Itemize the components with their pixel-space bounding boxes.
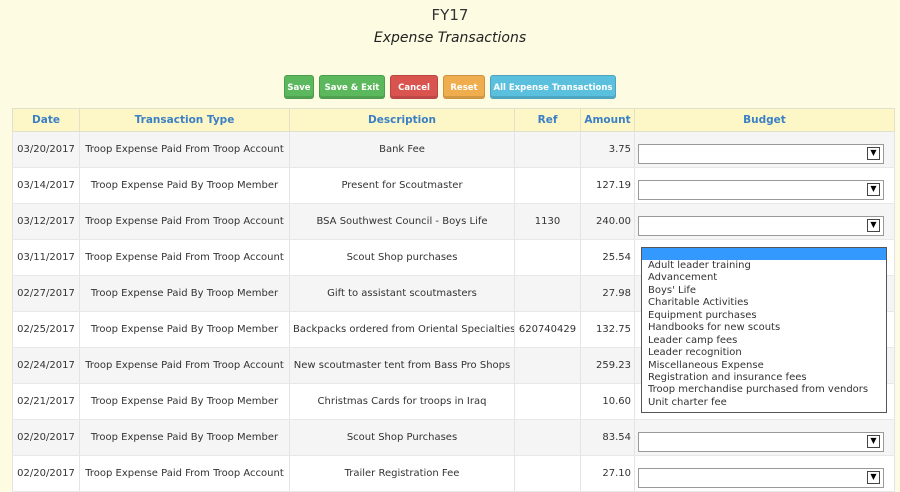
toolbar: Save Save & Exit Cancel Reset All Expens… [0, 75, 900, 99]
cell-date: 02/27/2017 [12, 275, 80, 312]
cell-transaction-type: Troop Expense Paid From Troop Account [79, 347, 290, 384]
cell-date: 02/20/2017 [12, 455, 80, 492]
cell-date: 03/20/2017 [12, 131, 80, 168]
cell-date: 03/14/2017 [12, 167, 80, 204]
cell-description: Scout Shop purchases [289, 239, 515, 276]
cell-budget: ▼ [634, 131, 895, 168]
budget-option[interactable]: Adult leader training [642, 260, 886, 272]
table-row[interactable]: 03/20/2017 Troop Expense Paid From Troop… [12, 131, 895, 168]
chevron-down-icon[interactable]: ▼ [867, 182, 880, 196]
column-header-ref[interactable]: Ref [514, 108, 581, 132]
cell-description: Trailer Registration Fee [289, 455, 515, 492]
cell-ref: 620740429 [514, 311, 581, 348]
table-row[interactable]: 03/12/2017 Troop Expense Paid From Troop… [12, 203, 895, 240]
budget-select[interactable]: ▼ [638, 143, 884, 164]
cell-date: 03/11/2017 [12, 239, 80, 276]
cell-transaction-type: Troop Expense Paid From Troop Account [79, 203, 290, 240]
cell-transaction-type: Troop Expense Paid From Troop Account [79, 455, 290, 492]
table-header-row: Date Transaction Type Description Ref Am… [12, 108, 895, 132]
cell-amount: 240.00 [580, 203, 635, 240]
budget-option[interactable]: Charitable Activities [642, 297, 886, 309]
save-exit-button[interactable]: Save & Exit [319, 75, 385, 99]
page-subtitle: Expense Transactions [373, 30, 527, 46]
cell-amount: 127.19 [580, 167, 635, 204]
chevron-down-icon[interactable]: ▼ [867, 218, 880, 232]
cell-transaction-type: Troop Expense Paid From Troop Account [79, 131, 290, 168]
column-header-transaction-type[interactable]: Transaction Type [79, 108, 290, 132]
budget-option[interactable]: Handbooks for new scouts [642, 322, 886, 334]
cell-ref [514, 131, 581, 168]
all-expense-transactions-button[interactable]: All Expense Transactions [490, 75, 616, 99]
budget-option[interactable]: Leader camp fees [642, 335, 886, 347]
cell-amount: 132.75 [580, 311, 635, 348]
column-header-description[interactable]: Description [289, 108, 515, 132]
budget-option[interactable]: Miscellaneous Expense [642, 360, 886, 372]
budget-option[interactable]: Advancement [642, 272, 886, 284]
cell-amount: 83.54 [580, 419, 635, 456]
cell-date: 02/20/2017 [12, 419, 80, 456]
cell-date: 02/21/2017 [12, 383, 80, 420]
cell-budget: ▼ [634, 203, 895, 240]
cell-amount: 27.98 [580, 275, 635, 312]
page-title: FY17 [431, 6, 469, 24]
cell-description: Scout Shop Purchases [289, 419, 515, 456]
cell-date: 02/25/2017 [12, 311, 80, 348]
cell-amount: 27.10 [580, 455, 635, 492]
budget-dropdown-list[interactable]: Adult leader training Advancement Boys' … [641, 247, 887, 413]
budget-option[interactable]: Equipment purchases [642, 310, 886, 322]
table-row[interactable]: 03/14/2017 Troop Expense Paid By Troop M… [12, 167, 895, 204]
cancel-button[interactable]: Cancel [390, 75, 438, 99]
cell-ref [514, 383, 581, 420]
cell-ref [514, 347, 581, 384]
cell-budget: ▼ [634, 455, 895, 492]
cell-ref [514, 455, 581, 492]
chevron-down-icon[interactable]: ▼ [867, 470, 880, 484]
budget-option[interactable]: Troop merchandise purchased from vendors [642, 384, 886, 396]
cell-description: Present for Scoutmaster [289, 167, 515, 204]
cell-transaction-type: Troop Expense Paid By Troop Member [79, 167, 290, 204]
cell-ref [514, 275, 581, 312]
reset-button[interactable]: Reset [443, 75, 485, 99]
cell-transaction-type: Troop Expense Paid By Troop Member [79, 419, 290, 456]
cell-description: BSA Southwest Council - Boys Life [289, 203, 515, 240]
table-row[interactable]: 02/20/2017 Troop Expense Paid From Troop… [12, 455, 895, 492]
budget-option[interactable]: Boys' Life [642, 285, 886, 297]
column-header-date[interactable]: Date [12, 108, 80, 132]
cell-ref [514, 419, 581, 456]
cell-description: Bank Fee [289, 131, 515, 168]
cell-description: Christmas Cards for troops in Iraq [289, 383, 515, 420]
budget-select[interactable]: ▼ [638, 179, 884, 200]
cell-amount: 3.75 [580, 131, 635, 168]
cell-transaction-type: Troop Expense Paid By Troop Member [79, 275, 290, 312]
cell-amount: 259.23 [580, 347, 635, 384]
column-header-budget[interactable]: Budget [634, 108, 895, 132]
cell-ref: 1130 [514, 203, 581, 240]
budget-select[interactable]: ▼ [638, 431, 884, 452]
cell-date: 02/24/2017 [12, 347, 80, 384]
cell-date: 03/12/2017 [12, 203, 80, 240]
save-button[interactable]: Save [284, 75, 314, 99]
cell-description: Backpacks ordered from Oriental Specialt… [289, 311, 515, 348]
cell-ref [514, 239, 581, 276]
cell-ref [514, 167, 581, 204]
budget-select[interactable]: ▼ [638, 215, 884, 236]
budget-option[interactable]: Unit charter fee [642, 397, 886, 409]
budget-select[interactable]: ▼ [638, 467, 884, 488]
cell-budget: ▼ [634, 167, 895, 204]
cell-description: New scoutmaster tent from Bass Pro Shops [289, 347, 515, 384]
chevron-down-icon[interactable]: ▼ [867, 146, 880, 160]
table-row[interactable]: 02/20/2017 Troop Expense Paid By Troop M… [12, 419, 895, 456]
chevron-down-icon[interactable]: ▼ [867, 434, 880, 448]
cell-amount: 10.60 [580, 383, 635, 420]
cell-description: Gift to assistant scoutmasters [289, 275, 515, 312]
column-header-amount[interactable]: Amount [580, 108, 635, 132]
cell-transaction-type: Troop Expense Paid From Troop Account [79, 239, 290, 276]
cell-transaction-type: Troop Expense Paid By Troop Member [79, 383, 290, 420]
budget-option[interactable]: Registration and insurance fees [642, 372, 886, 384]
budget-option-blank-selected[interactable] [642, 248, 886, 260]
cell-amount: 25.54 [580, 239, 635, 276]
cell-budget: ▼ [634, 419, 895, 456]
budget-option[interactable]: Leader recognition [642, 347, 886, 359]
cell-transaction-type: Troop Expense Paid By Troop Member [79, 311, 290, 348]
